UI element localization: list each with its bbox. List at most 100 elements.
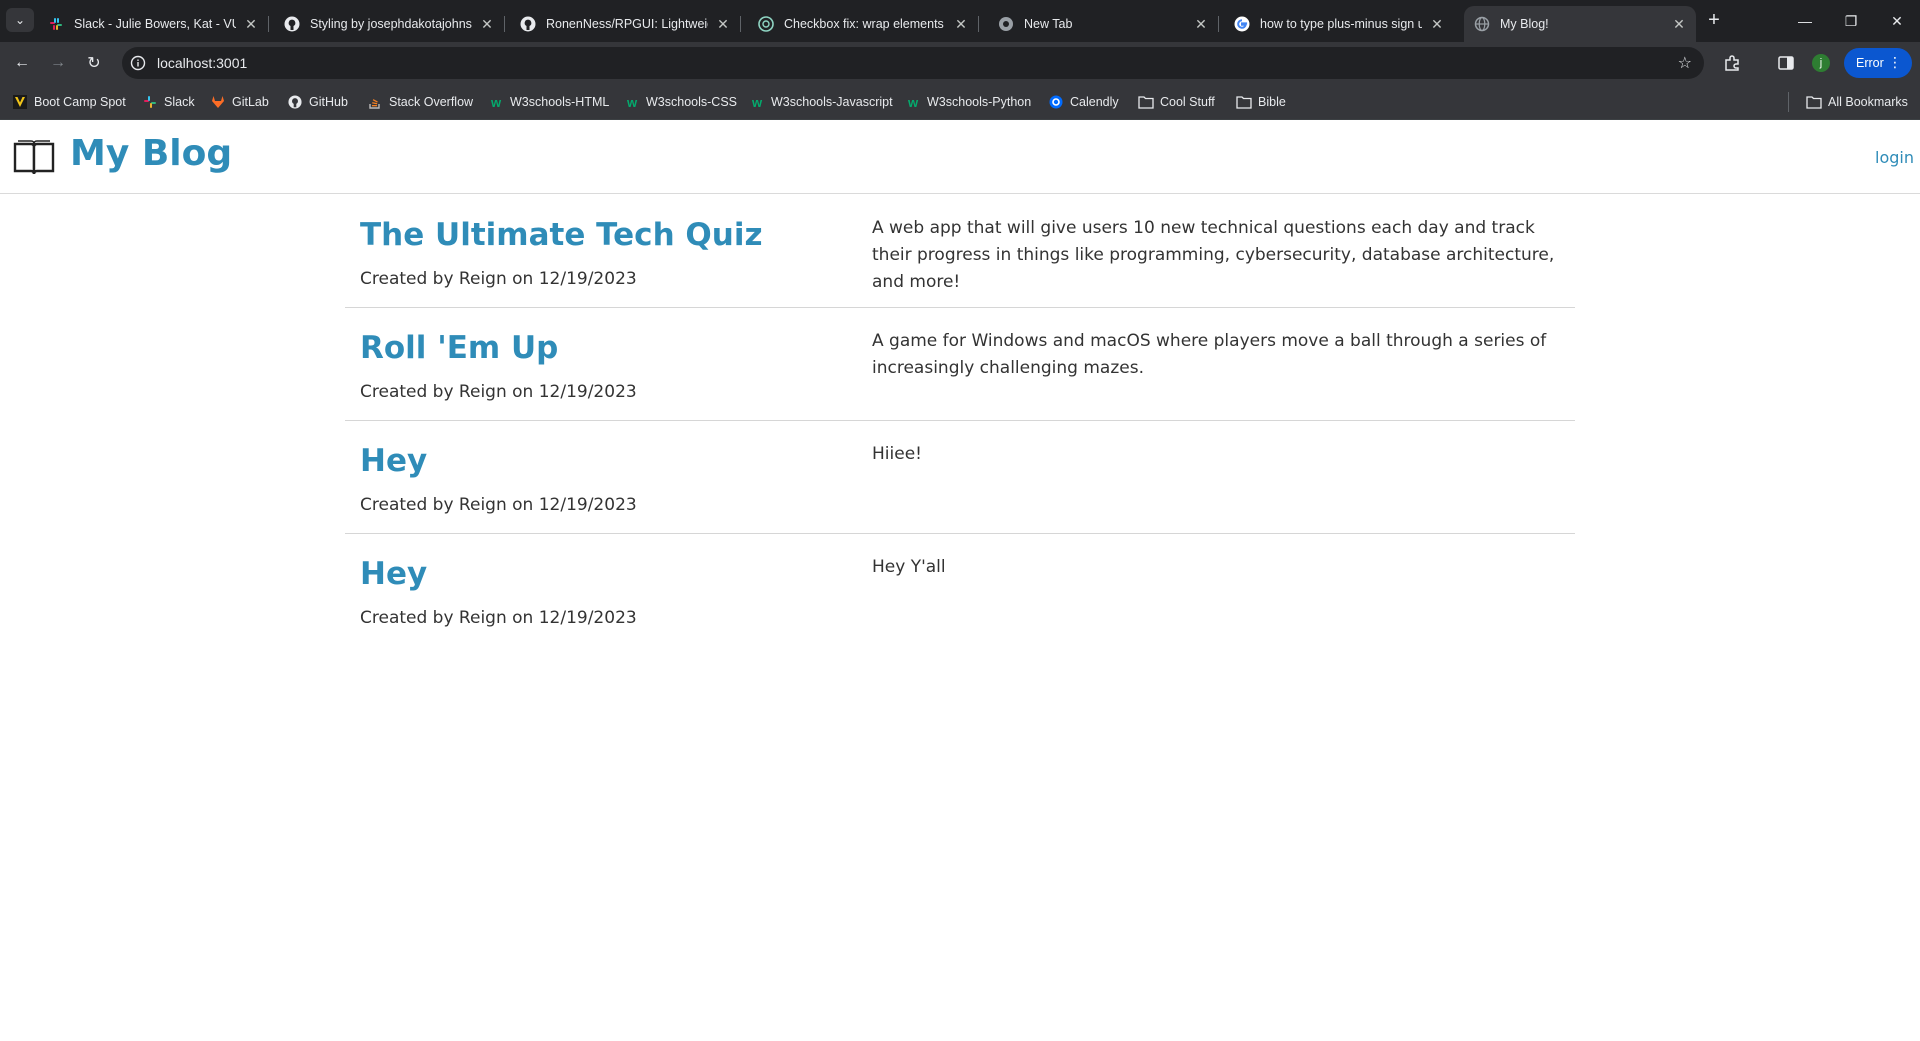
- post-item: Roll 'Em Up Created by Reign on 12/19/20…: [345, 308, 1575, 421]
- all-bookmarks-button[interactable]: All Bookmarks: [1806, 92, 1908, 112]
- bookmark-star-icon[interactable]: ☆: [1678, 53, 1692, 73]
- tab-divider: [268, 16, 269, 32]
- bookmark-label: Slack: [164, 95, 195, 109]
- tab-search-button[interactable]: ⌄: [6, 8, 34, 32]
- site-title[interactable]: My Blog: [70, 133, 232, 174]
- close-icon: ✕: [1891, 12, 1903, 29]
- restore-icon: ❐: [1844, 12, 1858, 29]
- back-button[interactable]: ←: [10, 51, 34, 75]
- tab-title: RonenNess/RPGUI: Lightweight: [546, 17, 708, 31]
- bookmark-label: W3schools-HTML: [510, 95, 610, 109]
- bookmark-boot-camp-spot[interactable]: Boot Camp Spot: [12, 92, 126, 112]
- forward-button[interactable]: →: [46, 51, 70, 75]
- google-icon: [1234, 16, 1250, 32]
- bookmark-w3schools-javascript[interactable]: w W3schools-Javascript: [749, 92, 893, 112]
- post-title-link[interactable]: Hey: [360, 556, 427, 592]
- bookmark-label: Boot Camp Spot: [34, 95, 126, 109]
- tab-plus-minus[interactable]: how to type plus-minus sign up ✕: [1224, 6, 1454, 42]
- bookmark-label: W3schools-Python: [927, 95, 1032, 109]
- tab-styling[interactable]: Styling by josephdakotajohnson ✕: [274, 6, 505, 42]
- post-title-link[interactable]: Hey: [360, 443, 427, 479]
- url-text[interactable]: localhost:3001: [157, 55, 247, 71]
- browser-toolbar: ← → ↻ localhost:3001 ☆ j Error ⋮: [0, 42, 1920, 84]
- close-icon[interactable]: ✕: [478, 15, 496, 33]
- address-bar[interactable]: localhost:3001 ☆: [122, 47, 1704, 79]
- bookmark-label: GitLab: [232, 95, 269, 109]
- post-meta: Created by Reign on 12/19/2023: [360, 269, 637, 289]
- tab-title: Styling by josephdakotajohnson: [310, 17, 472, 31]
- w3schools-icon: w: [751, 94, 763, 110]
- tab-my-blog[interactable]: My Blog! ✕: [1464, 6, 1696, 42]
- close-icon[interactable]: ✕: [952, 15, 970, 33]
- folder-icon: [1236, 94, 1252, 110]
- globe-icon: [1474, 16, 1490, 32]
- bookmark-label: Bible: [1258, 95, 1286, 109]
- error-button[interactable]: Error ⋮: [1844, 48, 1912, 78]
- chevron-down-icon: ⌄: [14, 13, 26, 27]
- bookmark-calendly[interactable]: Calendly: [1048, 92, 1119, 112]
- bookmark-w3schools-python[interactable]: w W3schools-Python: [905, 92, 1031, 112]
- post-body: A web app that will give users 10 new te…: [872, 218, 1555, 292]
- bookmark-stack-overflow[interactable]: Stack Overflow: [367, 92, 473, 112]
- bookmark-label: Stack Overflow: [389, 95, 474, 109]
- extensions-icon[interactable]: [1722, 53, 1742, 73]
- tab-divider: [1218, 16, 1219, 32]
- arrow-right-icon: →: [50, 54, 66, 71]
- login-link[interactable]: login: [1875, 148, 1914, 167]
- github-icon: [520, 16, 536, 32]
- tab-slack[interactable]: Slack - Julie Bowers, Kat - VU-V ✕: [38, 6, 269, 42]
- post-title-link[interactable]: Roll 'Em Up: [360, 330, 558, 366]
- site-header: My Blog login: [0, 121, 1920, 194]
- folder-icon: [1806, 94, 1822, 110]
- site-info-icon[interactable]: [130, 55, 146, 71]
- tab-new-tab[interactable]: New Tab ✕: [988, 6, 1219, 42]
- bookmark-label: All Bookmarks: [1828, 95, 1908, 109]
- post-body: Hiiee!: [872, 444, 922, 464]
- bookmark-label: GitHub: [309, 95, 348, 109]
- post-title-link[interactable]: The Ultimate Tech Quiz: [360, 217, 763, 253]
- window-close-button[interactable]: ✕: [1874, 0, 1920, 42]
- post-item: Hey Created by Reign on 12/19/2023 Hiiee…: [345, 421, 1575, 534]
- post-item: Hey Created by Reign on 12/19/2023 Hey Y…: [345, 534, 1575, 647]
- minimize-button[interactable]: —: [1782, 0, 1828, 42]
- arrow-left-icon: ←: [14, 54, 30, 71]
- bookmark-slack[interactable]: Slack: [142, 92, 195, 112]
- tab-title: how to type plus-minus sign up: [1260, 17, 1422, 31]
- tab-title: New Tab: [1024, 17, 1073, 31]
- bookmark-label: W3schools-CSS: [646, 95, 737, 109]
- bookmark-folder-cool-stuff[interactable]: Cool Stuff: [1138, 92, 1215, 112]
- close-icon[interactable]: ✕: [1192, 15, 1210, 33]
- tab-checkbox-fix[interactable]: Checkbox fix: wrap elements ✕: [748, 6, 979, 42]
- post-meta: Created by Reign on 12/19/2023: [360, 495, 637, 515]
- stackoverflow-icon: [367, 94, 383, 110]
- post-meta: Created by Reign on 12/19/2023: [360, 608, 637, 628]
- side-panel-icon[interactable]: [1776, 53, 1796, 73]
- tab-divider: [978, 16, 979, 32]
- reload-button[interactable]: ↻: [82, 51, 106, 75]
- bookmark-w3schools-css[interactable]: w W3schools-CSS: [624, 92, 737, 112]
- close-icon[interactable]: ✕: [1670, 15, 1688, 33]
- bookmark-label: Calendly: [1070, 95, 1119, 109]
- error-label: Error: [1856, 56, 1884, 70]
- gitlab-icon: [210, 94, 226, 110]
- bookmark-label: Cool Stuff: [1160, 95, 1215, 109]
- close-icon[interactable]: ✕: [242, 15, 260, 33]
- bookmark-folder-bible[interactable]: Bible: [1236, 92, 1286, 112]
- bookmark-label: W3schools-Javascript: [771, 95, 893, 109]
- tab-divider: [740, 16, 741, 32]
- slack-icon: [142, 94, 158, 110]
- bookmark-w3schools-html[interactable]: w W3schools-HTML: [488, 92, 609, 112]
- restore-button[interactable]: ❐: [1828, 0, 1874, 42]
- chatgpt-icon: [758, 16, 774, 32]
- profile-avatar[interactable]: j: [1812, 54, 1830, 72]
- tab-rpgui[interactable]: RonenNess/RPGUI: Lightweight ✕: [510, 6, 741, 42]
- bookmark-github[interactable]: GitHub: [287, 92, 348, 112]
- new-tab-button[interactable]: +: [1702, 9, 1726, 33]
- github-icon: [287, 94, 303, 110]
- profile-initial: j: [1819, 57, 1823, 69]
- github-icon: [284, 16, 300, 32]
- bookmark-gitlab[interactable]: GitLab: [210, 92, 269, 112]
- post-meta: Created by Reign on 12/19/2023: [360, 382, 637, 402]
- close-icon[interactable]: ✕: [714, 15, 732, 33]
- close-icon[interactable]: ✕: [1428, 15, 1446, 33]
